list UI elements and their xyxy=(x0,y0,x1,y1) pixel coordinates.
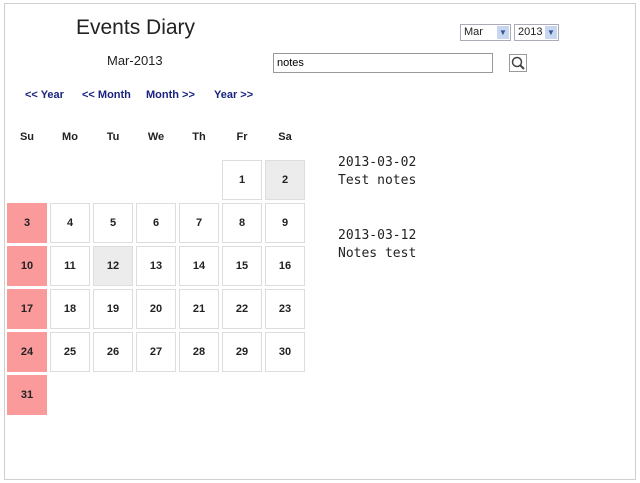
event-item[interactable]: 2013-03-12 Notes test xyxy=(338,227,416,263)
calendar-day[interactable]: 24 xyxy=(7,332,47,372)
month-select[interactable]: Mar ▼ xyxy=(460,24,511,41)
calendar-day[interactable]: 23 xyxy=(265,289,305,329)
calendar-day[interactable]: 2 xyxy=(265,160,305,200)
calendar-day[interactable]: 9 xyxy=(265,203,305,243)
calendar-day[interactable]: 7 xyxy=(179,203,219,243)
calendar-day[interactable]: 16 xyxy=(265,246,305,286)
calendar-day[interactable]: 8 xyxy=(222,203,262,243)
prev-month-link[interactable]: << Month xyxy=(82,89,131,101)
calendar-day[interactable]: 20 xyxy=(136,289,176,329)
calendar-day[interactable]: 15 xyxy=(222,246,262,286)
weekday-header: Th xyxy=(192,131,206,143)
calendar-day[interactable]: 13 xyxy=(136,246,176,286)
prev-year-link[interactable]: << Year xyxy=(25,89,64,101)
search-input[interactable] xyxy=(273,53,493,73)
chevron-down-icon: ▼ xyxy=(545,26,557,39)
calendar-day[interactable]: 26 xyxy=(93,332,133,372)
weekday-header: Fr xyxy=(236,131,248,143)
calendar-day[interactable]: 12 xyxy=(93,246,133,286)
current-month-label: Mar-2013 xyxy=(107,53,163,68)
weekday-header: Tu xyxy=(106,131,120,143)
calendar-day[interactable]: 1 xyxy=(222,160,262,200)
event-text: Test notes xyxy=(338,173,417,188)
weekday-header: Su xyxy=(19,131,35,143)
search-button[interactable] xyxy=(509,54,527,72)
calendar-day[interactable]: 17 xyxy=(7,289,47,329)
weekday-header: Mo xyxy=(62,131,78,143)
calendar-day[interactable]: 3 xyxy=(7,203,47,243)
month-select-value: Mar xyxy=(464,26,483,38)
calendar-day[interactable]: 27 xyxy=(136,332,176,372)
calendar-day[interactable]: 10 xyxy=(7,246,47,286)
calendar-day[interactable]: 14 xyxy=(179,246,219,286)
chevron-down-icon: ▼ xyxy=(497,26,509,39)
calendar-day[interactable]: 4 xyxy=(50,203,90,243)
calendar-day[interactable]: 11 xyxy=(50,246,90,286)
event-text: Notes test xyxy=(338,246,417,261)
event-date: 2013-03-02 xyxy=(338,155,417,170)
calendar-day[interactable]: 21 xyxy=(179,289,219,329)
event-item[interactable]: 2013-03-02 Test notes xyxy=(338,154,416,190)
calendar-day[interactable]: 29 xyxy=(222,332,262,372)
calendar-day[interactable]: 19 xyxy=(93,289,133,329)
calendar-day[interactable]: 31 xyxy=(7,375,47,415)
calendar-day[interactable]: 18 xyxy=(50,289,90,329)
calendar-day[interactable]: 5 xyxy=(93,203,133,243)
next-month-link[interactable]: Month >> xyxy=(146,89,195,101)
calendar-day[interactable]: 25 xyxy=(50,332,90,372)
page-title: Events Diary xyxy=(76,16,196,39)
year-select-value: 2013 xyxy=(518,26,543,38)
calendar-day[interactable]: 30 xyxy=(265,332,305,372)
calendar-day[interactable]: 6 xyxy=(136,203,176,243)
year-select[interactable]: 2013 ▼ xyxy=(514,24,559,41)
weekday-header: Sa xyxy=(278,131,292,143)
event-date: 2013-03-12 xyxy=(338,228,417,243)
calendar-day[interactable]: 22 xyxy=(222,289,262,329)
next-year-link[interactable]: Year >> xyxy=(214,89,253,101)
weekday-header: We xyxy=(147,131,165,143)
search-icon xyxy=(511,56,525,70)
calendar-day[interactable]: 28 xyxy=(179,332,219,372)
